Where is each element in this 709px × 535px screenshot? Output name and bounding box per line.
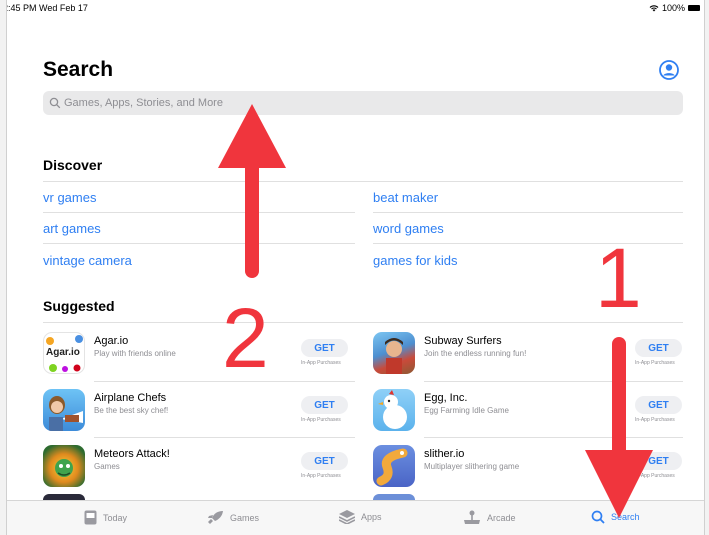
tab-apps[interactable]: Apps	[339, 510, 382, 524]
joystick-icon	[464, 510, 480, 524]
app-row-egg-inc[interactable]: Egg, Inc. Egg Farming Idle Game GET In-A…	[373, 385, 683, 433]
suggested-title: Suggested	[43, 298, 115, 314]
agar-io-icon-text: Agar.io	[46, 347, 80, 358]
app-row-divider	[94, 437, 355, 438]
tab-bar: Today Games Apps Arcade Search	[7, 500, 704, 535]
search-icon	[591, 510, 605, 524]
app-row-subway-surfers[interactable]: Subway Surfers Join the endless running …	[373, 328, 683, 376]
get-button[interactable]: GET	[301, 339, 348, 357]
app-row-airplane-chefs[interactable]: Airplane Chefs Be the best sky chef! GET…	[43, 385, 355, 433]
get-button[interactable]: GET	[301, 396, 348, 414]
app-row-agar-io[interactable]: Agar.io Agar.io Play with friends online…	[43, 328, 355, 376]
search-icon	[49, 97, 61, 109]
tab-label: Games	[230, 512, 260, 523]
status-time: 2:45 PM Wed Feb 17	[6, 3, 88, 13]
app-subtitle: Join the endless running fun!	[424, 349, 527, 358]
tab-search[interactable]: Search	[591, 510, 640, 524]
app-name: Airplane Chefs	[94, 392, 167, 404]
status-bar: 2:45 PM Wed Feb 17 100%	[7, 0, 704, 16]
discover-divider	[43, 181, 683, 182]
discover-item-vintage-camera[interactable]: vintage camera	[43, 253, 132, 268]
discover-row-divider	[373, 243, 683, 244]
today-icon	[84, 510, 97, 525]
layers-icon	[339, 510, 355, 524]
app-row-meteors-attack[interactable]: Meteors Attack! Games GET In-App Purchas…	[43, 441, 355, 489]
page-title: Search	[43, 58, 114, 81]
discover-row-divider	[43, 243, 355, 244]
app-store-screen: 2:45 PM Wed Feb 17 100% Search Discover …	[6, 0, 705, 535]
slither-io-app-icon	[373, 445, 415, 487]
status-right: 100%	[649, 3, 700, 13]
in-app-purchases-label: In-App Purchases	[635, 473, 675, 479]
discover-item-beat-maker[interactable]: beat maker	[373, 190, 438, 205]
tab-label: Today	[103, 512, 128, 523]
app-subtitle: Be the best sky chef!	[94, 406, 169, 415]
tab-label: Apps	[361, 512, 382, 522]
egg-inc-app-icon	[373, 389, 415, 431]
app-row-divider	[94, 381, 355, 382]
get-button[interactable]: GET	[635, 452, 682, 470]
in-app-purchases-label: In-App Purchases	[301, 417, 341, 423]
meteors-attack-icon-art	[55, 459, 73, 477]
meteors-attack-app-icon	[43, 445, 85, 487]
in-app-purchases-label: In-App Purchases	[301, 360, 341, 366]
egg-inc-icon-art	[378, 390, 407, 429]
app-name: slither.io	[424, 448, 465, 460]
wifi-icon	[649, 5, 659, 12]
discover-item-word-games[interactable]: word games	[373, 221, 444, 236]
suggested-divider	[43, 322, 683, 323]
discover-row-divider	[43, 212, 355, 213]
app-row-slither-io[interactable]: slither.io Multiplayer slithering game G…	[373, 441, 683, 489]
app-name: Meteors Attack!	[94, 448, 170, 460]
subway-surfers-icon-art	[385, 338, 403, 374]
agar-io-app-icon: Agar.io	[43, 332, 85, 374]
app-subtitle: Games	[94, 462, 120, 471]
discover-item-vr-games[interactable]: vr games	[43, 190, 96, 205]
in-app-purchases-label: In-App Purchases	[635, 417, 675, 423]
battery-icon	[688, 5, 700, 11]
discover-title: Discover	[43, 157, 103, 173]
tab-label: Search	[611, 512, 640, 522]
tab-arcade[interactable]: Arcade	[463, 510, 516, 525]
slither-io-icon-art	[376, 448, 408, 486]
tab-label: Arcade	[487, 512, 516, 523]
subway-surfers-app-icon	[373, 332, 415, 374]
account-icon[interactable]	[659, 60, 679, 80]
app-name: Agar.io	[94, 335, 129, 347]
app-subtitle: Egg Farming Idle Game	[424, 406, 509, 415]
get-button[interactable]: GET	[301, 452, 348, 470]
rocket-icon	[208, 511, 223, 524]
discover-item-games-for-kids[interactable]: games for kids	[373, 253, 458, 268]
get-button[interactable]: GET	[635, 396, 682, 414]
app-row-divider	[424, 381, 683, 382]
discover-item-art-games[interactable]: art games	[43, 221, 101, 236]
get-button[interactable]: GET	[635, 339, 682, 357]
search-bar[interactable]	[43, 91, 683, 115]
app-name: Egg, Inc.	[424, 392, 468, 404]
app-name: Subway Surfers	[424, 335, 502, 347]
tab-today[interactable]: Today	[84, 510, 127, 525]
app-row-divider	[424, 437, 683, 438]
search-input[interactable]	[64, 97, 664, 109]
battery-percent: 100%	[661, 3, 685, 13]
in-app-purchases-label: In-App Purchases	[301, 473, 341, 479]
app-subtitle: Multiplayer slithering game	[424, 462, 520, 471]
app-subtitle: Play with friends online	[94, 349, 176, 358]
airplane-chefs-icon-art	[49, 396, 83, 431]
airplane-chefs-app-icon	[43, 389, 85, 431]
discover-row-divider	[373, 212, 683, 213]
tab-games[interactable]: Games	[207, 510, 259, 525]
in-app-purchases-label: In-App Purchases	[635, 360, 675, 366]
